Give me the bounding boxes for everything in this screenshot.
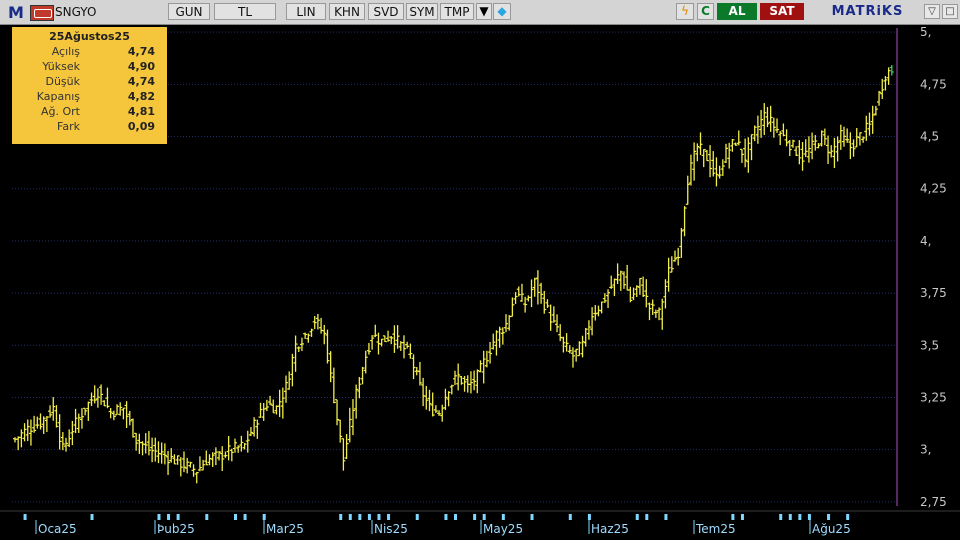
day-marker xyxy=(387,514,391,520)
day-marker xyxy=(501,514,505,520)
month-label: Tem25 xyxy=(695,522,736,536)
info-row-change: Fark 0,09 xyxy=(16,119,163,134)
month-label: Mar25 xyxy=(266,522,304,536)
day-marker xyxy=(23,514,27,520)
day-marker xyxy=(339,514,343,520)
month-label: Þub25 xyxy=(157,522,195,536)
y-tick-label: 5, xyxy=(920,25,931,39)
day-marker xyxy=(807,514,811,520)
triangle-down-icon[interactable]: ▼ xyxy=(476,3,492,20)
y-tick-label: 4, xyxy=(920,234,931,248)
day-marker xyxy=(473,514,477,520)
info-value: 0,09 xyxy=(127,120,155,133)
symbol-label[interactable]: SNGYO xyxy=(55,5,96,19)
info-value: 4,82 xyxy=(127,90,155,103)
y-tick-label: 4,25 xyxy=(920,182,947,196)
info-label: Ağ. Ort xyxy=(41,105,80,118)
info-value: 4,74 xyxy=(127,75,155,88)
month-label: Ağu25 xyxy=(812,522,851,536)
day-marker xyxy=(243,514,247,520)
info-row-avg: Ağ. Ort 4,81 xyxy=(16,104,163,119)
day-marker xyxy=(262,514,266,520)
brand-logo: MATRiKS xyxy=(831,4,904,19)
day-marker xyxy=(157,514,161,520)
day-marker xyxy=(377,514,381,520)
day-marker xyxy=(798,514,802,520)
month-label: Oca25 xyxy=(38,522,77,536)
day-marker xyxy=(234,514,237,520)
info-row-open: Açılış 4,74 xyxy=(16,44,163,59)
info-date: 25Ağustos25 xyxy=(49,30,130,43)
info-value: 4,74 xyxy=(127,45,155,58)
lightning-icon[interactable]: ϟ xyxy=(676,3,694,20)
y-tick-label: 2,75 xyxy=(920,495,947,509)
month-label: Haz25 xyxy=(591,522,629,536)
info-value: 4,90 xyxy=(127,60,155,73)
day-marker xyxy=(846,514,850,520)
day-marker xyxy=(415,514,419,520)
info-value: 4,81 xyxy=(127,105,155,118)
day-marker xyxy=(367,514,371,520)
y-tick-label: 3, xyxy=(920,443,931,457)
twitter-bird-icon[interactable]: ◆ xyxy=(493,3,511,20)
sym-button[interactable]: SYM xyxy=(406,3,438,20)
day-marker xyxy=(90,514,94,520)
info-label: Fark xyxy=(57,120,80,133)
month-label: May25 xyxy=(483,522,523,536)
day-marker xyxy=(167,514,171,520)
day-marker xyxy=(205,514,209,520)
y-tick-label: 4,75 xyxy=(920,77,947,91)
y-tick-label: 4,5 xyxy=(920,130,939,144)
day-marker xyxy=(788,514,792,520)
day-marker xyxy=(731,514,735,520)
day-marker xyxy=(635,514,639,520)
info-row-high: Yüksek 4,90 xyxy=(16,59,163,74)
minimize-button[interactable]: ▽ xyxy=(924,4,940,19)
period-button[interactable]: GUN xyxy=(168,3,210,20)
info-label: Düşük xyxy=(45,75,80,88)
day-marker xyxy=(645,514,649,520)
day-marker xyxy=(568,514,572,520)
buy-button[interactable]: AL xyxy=(717,3,757,20)
info-label: Açılış xyxy=(51,45,80,58)
y-tick-label: 3,75 xyxy=(920,286,947,300)
day-marker xyxy=(827,514,831,520)
day-marker xyxy=(176,514,180,520)
toolbar: M SNGYO GUN TL LIN KHN SVD SYM TMP ▼ ◆ ϟ… xyxy=(0,0,960,25)
svd-button[interactable]: SVD xyxy=(368,3,404,20)
khn-button[interactable]: KHN xyxy=(329,3,365,20)
turkish-flag-icon xyxy=(30,5,54,21)
y-tick-label: 3,5 xyxy=(920,338,939,352)
day-marker xyxy=(530,514,534,520)
day-marker xyxy=(482,514,486,520)
day-marker xyxy=(779,514,783,520)
info-row-close: Kapanış 4,82 xyxy=(16,89,163,104)
month-label: Nis25 xyxy=(374,522,408,536)
lin-button[interactable]: LIN xyxy=(286,3,326,20)
info-label: Yüksek xyxy=(42,60,80,73)
day-marker xyxy=(740,514,744,520)
tmp-button[interactable]: TMP xyxy=(440,3,474,20)
refresh-button[interactable]: C xyxy=(697,3,714,20)
maximize-button[interactable]: □ xyxy=(942,4,958,19)
sell-button[interactable]: SAT xyxy=(760,3,804,20)
y-tick-label: 3,25 xyxy=(920,390,947,404)
ohlc-info-box: 25Ağustos25 Açılış 4,74 Yüksek 4,90 Düşük 4… xyxy=(12,27,167,144)
day-marker xyxy=(454,514,457,520)
info-label: Kapanış xyxy=(36,90,80,103)
day-marker xyxy=(348,514,352,520)
info-row-low: Düşük 4,74 xyxy=(16,74,163,89)
day-marker xyxy=(358,514,362,520)
day-marker xyxy=(664,514,668,520)
day-marker xyxy=(444,514,448,520)
currency-button[interactable]: TL xyxy=(214,3,276,20)
app-logo: M xyxy=(8,3,24,22)
day-marker xyxy=(587,514,591,520)
